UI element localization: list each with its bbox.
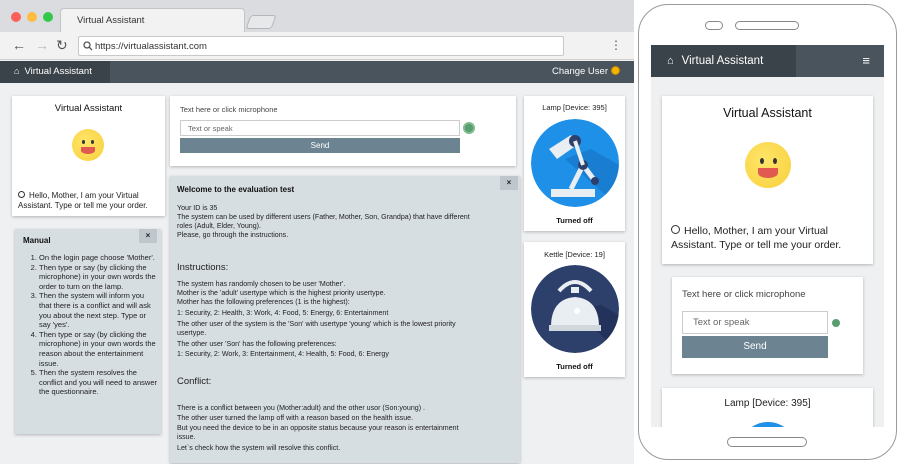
url-field[interactable]: https://virtualassistant.com <box>78 36 564 56</box>
status-radio-icon <box>671 225 680 234</box>
change-user-link[interactable]: Change User <box>552 66 620 77</box>
lightbulb-icon <box>611 66 620 75</box>
phone-input-card: Text here or click microphone Text or sp… <box>672 277 863 374</box>
lamp-title: Lamp [Device: 395] <box>542 103 607 112</box>
intro-text: Please, go through the instructions. <box>177 231 289 239</box>
phone-command-text-input[interactable]: Text or speak <box>682 311 828 334</box>
phone-input-label: Text here or click microphone <box>682 289 806 300</box>
kettle-status: Turned off <box>556 362 593 371</box>
instruction-line: Mother is the 'adult' usertype which is … <box>177 289 386 297</box>
browser-menu-icon[interactable]: ⋮ <box>610 39 622 51</box>
kettle-icon <box>531 265 619 353</box>
phone-navbar-brand[interactable]: ⌂ Virtual Assistant <box>651 45 796 77</box>
assistant-greeting: Hello, Mother, I am your Virtual Assista… <box>18 191 148 210</box>
forward-arrow-icon[interactable]: → <box>35 38 49 52</box>
manual-close-button[interactable]: × <box>139 229 157 243</box>
hamburger-menu-icon[interactable]: ≡ <box>862 54 870 67</box>
phone-screen: ⌂ Virtual Assistant ≡ Virtual Assistant H… <box>651 45 884 427</box>
minimize-window-dot[interactable] <box>27 12 37 22</box>
manual-steps: On the login page choose 'Mother'. Then … <box>23 253 157 397</box>
address-bar: ← → ↻ https://virtualassistant.com ⋮ <box>0 32 634 60</box>
phone-lamp-title: Lamp [Device: 395] <box>724 398 811 409</box>
microphone-icon[interactable] <box>463 122 475 134</box>
home-icon: ⌂ <box>667 55 674 67</box>
manual-title: Manual <box>23 236 51 245</box>
assistant-card: Virtual Assistant Hello, Mother, I am yo… <box>12 96 165 216</box>
close-window-dot[interactable] <box>11 12 21 22</box>
new-tab-button[interactable] <box>245 15 277 29</box>
manual-panel: Manual × On the login page choose 'Mothe… <box>15 229 161 434</box>
phone-mockup: ⌂ Virtual Assistant ≡ Virtual Assistant H… <box>638 4 897 460</box>
instruction-line: usertype. <box>177 329 207 337</box>
user-id-text: Your ID is 35 <box>177 204 218 212</box>
app-navbar: ⌂ Virtual Assistant Change User <box>0 61 634 83</box>
phone-assistant-title: Virtual Assistant <box>723 106 812 120</box>
phone-speaker <box>735 21 799 30</box>
smiley-face-icon <box>745 142 791 188</box>
conflict-line: There is a conflict between you (Mother:… <box>177 404 426 412</box>
welcome-panel: Welcome to the evaluation test × Your ID… <box>170 176 520 463</box>
navbar-brand[interactable]: ⌂ Virtual Assistant <box>0 61 110 83</box>
phone-assistant-card: Virtual Assistant Hello, Mother, I am yo… <box>662 96 873 264</box>
send-button[interactable]: Send <box>180 138 460 153</box>
intro-text: roles (Adult, Elder, Young). <box>177 222 261 230</box>
browser-tab-bar: Virtual Assistant <box>0 0 634 32</box>
instruction-line: Mother has the following preferences (1 … <box>177 298 350 306</box>
instruction-line: The system has randomly chosen to be use… <box>177 280 346 288</box>
input-label: Text here or click microphone <box>180 105 278 114</box>
kettle-device-card[interactable]: Kettle [Device: 19] Turned off <box>524 242 625 377</box>
instruction-line: The other user of the system is the 'Son… <box>177 320 456 328</box>
phone-navbar: ⌂ Virtual Assistant ≡ <box>651 45 884 77</box>
manual-step: On the login page choose 'Mother'. <box>39 253 157 263</box>
desk-lamp-icon <box>531 119 619 207</box>
phone-assistant-greeting: Hello, Mother, I am your Virtual Assista… <box>671 225 842 251</box>
instructions-heading: Instructions: <box>177 262 229 273</box>
intro-text: The system can be used by different user… <box>177 213 470 221</box>
brand-label: Virtual Assistant <box>24 66 92 77</box>
conflict-line: issue. <box>177 433 196 441</box>
manual-step: Then type or say (by clicking the microp… <box>39 263 157 292</box>
manual-step: Then type or say (by clicking the microp… <box>39 330 157 368</box>
phone-home-button[interactable] <box>727 437 807 447</box>
search-icon <box>83 41 93 51</box>
conflict-heading: Conflict: <box>177 376 212 387</box>
welcome-close-button[interactable]: × <box>500 176 518 190</box>
kettle-title: Kettle [Device: 19] <box>544 250 605 259</box>
tab-title: Virtual Assistant <box>77 15 145 26</box>
microphone-icon[interactable] <box>832 319 840 327</box>
command-text-input[interactable]: Text or speak <box>180 120 460 136</box>
phone-send-button[interactable]: Send <box>682 336 828 358</box>
desktop-browser-window: Virtual Assistant ← → ↻ https://virtuala… <box>0 0 634 464</box>
url-text: https://virtualassistant.com <box>95 41 207 52</box>
manual-step: Then the system will inform you that the… <box>39 291 157 329</box>
browser-tab[interactable]: Virtual Assistant <box>60 8 245 32</box>
conflict-line: The other user turned the lamp off with … <box>177 414 414 422</box>
conflict-line: Let`s check how the system will resolve … <box>177 444 341 452</box>
smiley-face-icon <box>72 129 104 161</box>
maximize-window-dot[interactable] <box>43 12 53 22</box>
assistant-title: Virtual Assistant <box>54 103 123 114</box>
command-input-card: Text here or click microphone Text or sp… <box>170 96 516 166</box>
phone-brand-label: Virtual Assistant <box>681 55 764 67</box>
home-icon: ⌂ <box>14 66 20 76</box>
welcome-title: Welcome to the evaluation test <box>177 185 295 194</box>
instruction-line: 1: Security, 2: Work, 3: Entertainment, … <box>177 350 389 358</box>
desk-lamp-icon <box>739 422 797 427</box>
conflict-line: But you need the device to be in an oppo… <box>177 424 459 432</box>
back-arrow-icon[interactable]: ← <box>12 38 26 52</box>
lamp-status: Turned off <box>556 216 593 225</box>
phone-lamp-card[interactable]: Lamp [Device: 395] <box>662 388 873 427</box>
change-user-label: Change User <box>552 66 608 77</box>
reload-icon[interactable]: ↻ <box>56 38 68 52</box>
phone-camera <box>705 21 723 30</box>
manual-step: Then the system resolves the conflict an… <box>39 368 157 397</box>
instruction-line: 1: Security, 2: Health, 3: Work, 4: Food… <box>177 309 389 317</box>
instruction-line: The other user 'Son' has the following p… <box>177 340 337 348</box>
status-radio-icon <box>18 191 25 198</box>
lamp-device-card[interactable]: Lamp [Device: 395] Turned off <box>524 96 625 231</box>
